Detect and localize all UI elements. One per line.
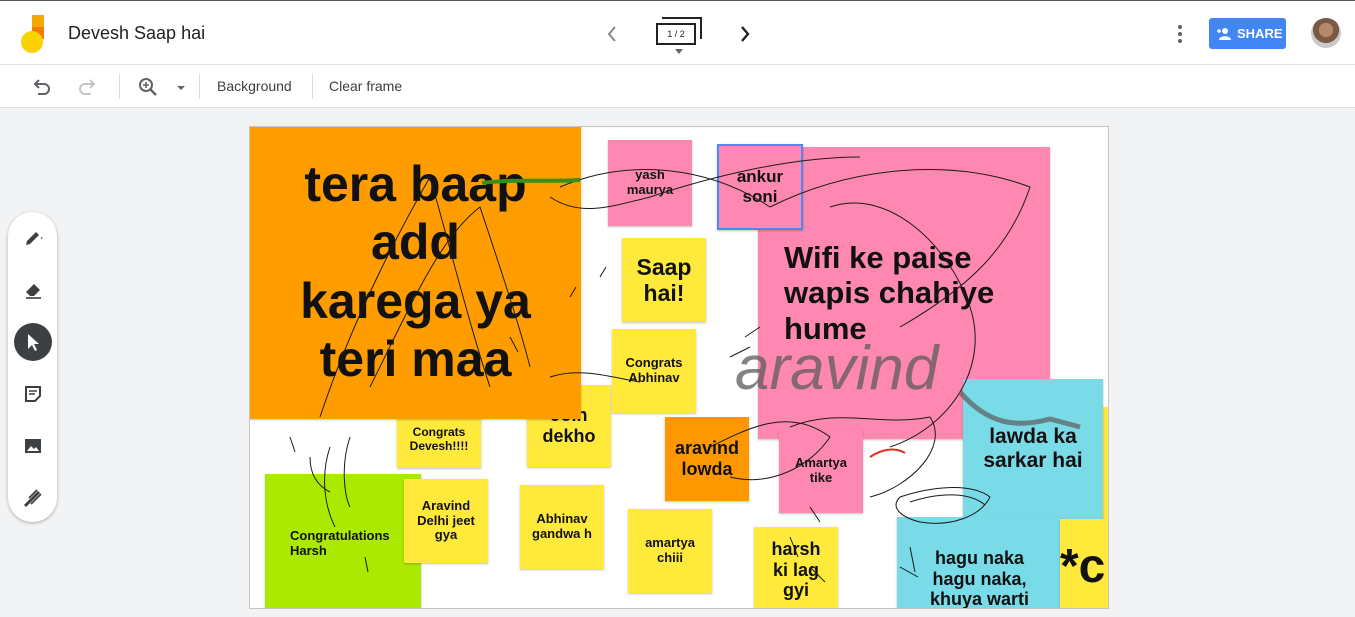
tool-palette (8, 212, 57, 522)
sticky-note[interactable]: harsh ki lag gyi (754, 527, 838, 608)
caret-down-icon[interactable] (675, 49, 683, 54)
zoom-dropdown-icon[interactable] (170, 76, 192, 98)
document-title[interactable]: Devesh Saap hai (68, 23, 205, 44)
sticky-note[interactable]: Aravind Delhi jeet gya (404, 479, 488, 563)
frame-indicator[interactable]: 1 / 2 (656, 23, 696, 45)
background-button[interactable]: Background (217, 78, 292, 94)
chevron-left-icon[interactable] (603, 23, 621, 45)
redo-icon[interactable] (77, 76, 99, 98)
pen-icon (26, 232, 43, 245)
image-tool-button[interactable] (14, 427, 52, 465)
share-button[interactable]: SHARE (1209, 18, 1286, 49)
image-icon (25, 439, 41, 453)
jamboard-logo-icon (21, 15, 44, 53)
eraser-icon (26, 284, 41, 299)
toolbar-divider (312, 73, 313, 99)
clear-frame-button[interactable]: Clear frame (329, 78, 402, 94)
undo-icon[interactable] (30, 76, 52, 98)
sticky-note[interactable]: ankur soni (717, 144, 803, 230)
sticky-note[interactable]: Saap hai! (622, 238, 706, 322)
sticky-note-tool-button[interactable] (14, 375, 52, 413)
sticky-note[interactable]: aravind lowda (665, 417, 749, 501)
laser-icon (23, 489, 42, 508)
toolbar-divider (199, 73, 200, 99)
select-tool-button[interactable] (14, 323, 52, 361)
sticky-note[interactable]: yash maurya (608, 140, 692, 226)
sticky-note[interactable]: amartya chiii (628, 509, 712, 593)
laser-tool-button[interactable] (14, 479, 52, 517)
sticky-note[interactable]: Congrats Abhinav (612, 329, 696, 413)
sticky-note-icon (25, 386, 41, 402)
chevron-right-icon[interactable] (736, 23, 754, 45)
pen-tool-button[interactable] (14, 219, 52, 257)
sticky-note[interactable]: hagu naka hagu naka, khuya warti (897, 517, 1062, 608)
top-bar: Devesh Saap hai 1 / 2 SHARE (0, 0, 1355, 65)
sticky-note[interactable]: Congrats Devesh!!!! (397, 412, 481, 468)
sticky-note[interactable]: *c (1060, 519, 1108, 608)
cursor-arrow-icon (28, 334, 39, 351)
eraser-tool-button[interactable] (14, 270, 52, 308)
add-person-icon (1217, 28, 1231, 40)
avatar[interactable] (1311, 18, 1341, 48)
more-vert-icon[interactable] (1172, 23, 1188, 45)
whiteboard-canvas[interactable]: Congrats Devesh!!!! Join dekho tera baap… (249, 126, 1109, 609)
sticky-note[interactable]: lawda ka sarkar hai (963, 379, 1103, 519)
zoom-icon[interactable] (137, 76, 159, 98)
sticky-note[interactable]: Congratulations Harsh (265, 474, 421, 608)
sticky-note[interactable]: Abhinav gandwa h (520, 485, 604, 569)
sticky-note[interactable]: Amartya tike (779, 429, 863, 513)
toolbar-divider (119, 73, 120, 99)
sticky-note[interactable]: tera baap add karega ya teri maa (250, 127, 581, 419)
editing-toolbar: Background Clear frame (0, 65, 1355, 108)
share-label: SHARE (1237, 26, 1283, 41)
